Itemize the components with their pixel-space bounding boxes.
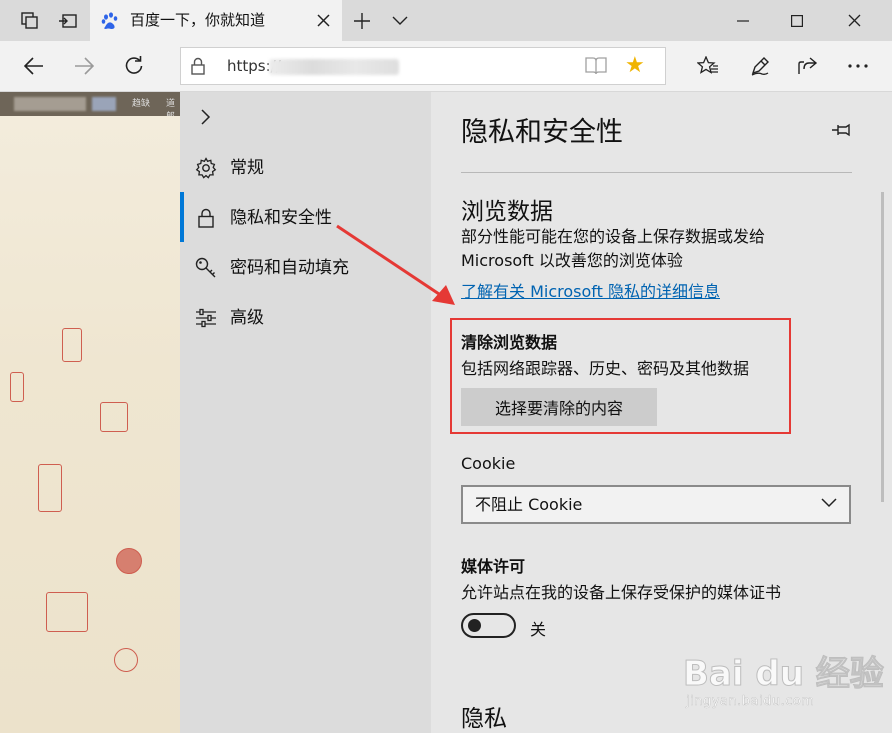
sidebar-item-privacy-security[interactable]: 隐私和安全性	[180, 193, 431, 243]
sidebar-item-advanced[interactable]: 高级	[180, 293, 431, 343]
favorites-list-icon	[697, 56, 718, 74]
more-button[interactable]	[838, 41, 878, 91]
watermark-brand: Bai du 经验	[683, 654, 885, 695]
toggle-knob	[468, 619, 481, 632]
share-icon	[798, 57, 818, 74]
page-title: 隐私和安全性	[461, 117, 623, 148]
toggle-state-label: 关	[530, 620, 547, 639]
close-icon	[848, 14, 860, 27]
pen-icon	[751, 57, 769, 76]
sidebar-item-label: 高级	[230, 308, 264, 328]
cookie-dropdown[interactable]: 不阻止 Cookie	[461, 485, 851, 524]
close-icon	[316, 14, 330, 27]
sidebar-item-general[interactable]: 常规	[180, 143, 431, 193]
calligraphy-scroll-image	[0, 116, 180, 733]
share-button[interactable]	[788, 41, 828, 91]
seal-stamp	[10, 372, 24, 402]
baidu-jingyan-watermark: Bai du 经验 jingyan.baidu.com	[683, 638, 888, 728]
favorite-star-icon[interactable]: ★	[625, 52, 645, 80]
set-tabs-aside-button[interactable]	[48, 0, 88, 41]
media-license-title: 媒体许可	[461, 557, 526, 576]
refresh-button[interactable]	[114, 41, 154, 91]
media-license-toggle[interactable]	[461, 613, 516, 638]
page-header-strip: 趋缺 道郎	[0, 92, 180, 122]
tab-bar: 百度一下，你就知道	[0, 0, 892, 41]
address-field[interactable]: https:// ★	[180, 47, 666, 85]
divider	[461, 172, 852, 173]
window-close-button[interactable]	[830, 0, 878, 41]
privacy-learn-more-link[interactable]: 了解有关 Microsoft 隐私的详细信息	[461, 278, 720, 302]
new-tab-button[interactable]	[344, 0, 380, 41]
chevron-down-icon	[821, 498, 837, 508]
strip-label: 趋缺	[132, 99, 151, 109]
seal-stamp	[38, 464, 62, 512]
active-tab[interactable]: 百度一下，你就知道	[90, 0, 342, 41]
key-icon	[194, 257, 218, 279]
section-heading-privacy: 隐私	[461, 706, 507, 732]
watermark-url: jingyan.baidu.com	[686, 694, 815, 709]
gear-icon	[194, 157, 218, 179]
minimize-button[interactable]	[720, 0, 766, 41]
scrollbar-thumb[interactable]	[881, 192, 884, 502]
chevron-down-icon	[392, 16, 408, 25]
sliders-icon	[194, 307, 218, 329]
forward-button[interactable]	[64, 41, 104, 91]
settings-sidebar: 常规 隐私和安全性 密码和自动填充 高级	[180, 92, 431, 733]
settings-scrollbar[interactable]	[876, 92, 892, 733]
pin-panel-button[interactable]	[831, 122, 851, 141]
minimize-icon	[737, 19, 749, 22]
annotation-highlight-box	[450, 318, 791, 434]
chevron-right-icon	[201, 109, 211, 125]
ellipsis-icon	[848, 64, 868, 68]
seal-stamp	[46, 592, 88, 632]
seal-stamp	[100, 402, 128, 432]
seal-stamp	[62, 328, 82, 362]
maximize-icon	[791, 14, 803, 27]
arrow-right-icon	[75, 57, 94, 75]
arrow-left-icon	[24, 57, 43, 75]
cookie-label: Cookie	[461, 454, 516, 473]
plus-icon	[354, 12, 370, 29]
navigation-bar: https:// ★	[0, 41, 892, 92]
baidu-paw-icon	[101, 12, 118, 29]
tab-preview-button[interactable]	[10, 0, 50, 41]
reading-view-icon[interactable]	[585, 56, 607, 76]
sidebar-item-label: 隐私和安全性	[230, 208, 332, 228]
tab-close-button[interactable]	[310, 0, 336, 41]
sidebar-item-label: 常规	[230, 158, 264, 178]
media-license-description: 允许站点在我的设备上保存受保护的媒体证书	[461, 583, 782, 602]
tab-preview-icon	[21, 11, 38, 29]
maximize-button[interactable]	[774, 0, 820, 41]
seal-stamp	[116, 548, 142, 574]
lock-icon	[191, 57, 205, 75]
refresh-icon	[125, 56, 143, 74]
redacted-url	[269, 59, 399, 75]
cookie-selected-value: 不阻止 Cookie	[475, 495, 583, 514]
lock-icon	[194, 207, 218, 229]
expand-sidebar-button[interactable]	[196, 106, 216, 128]
tabs-aside-icon	[59, 13, 77, 28]
section-heading-browsing-data: 浏览数据	[461, 199, 553, 225]
web-note-button[interactable]	[740, 41, 780, 91]
favorites-button[interactable]	[688, 41, 728, 91]
back-button[interactable]	[14, 41, 54, 91]
pin-icon	[832, 123, 850, 137]
sidebar-item-passwords-autofill[interactable]: 密码和自动填充	[180, 243, 431, 293]
browsing-data-description: 部分性能可能在您的设备上保存数据或发给 Microsoft 以改善您的浏览体验	[461, 227, 766, 270]
tab-list-button[interactable]	[382, 0, 418, 41]
tab-title: 百度一下，你就知道	[130, 11, 266, 29]
sidebar-item-label: 密码和自动填充	[230, 258, 349, 278]
seal-stamp	[114, 648, 138, 672]
